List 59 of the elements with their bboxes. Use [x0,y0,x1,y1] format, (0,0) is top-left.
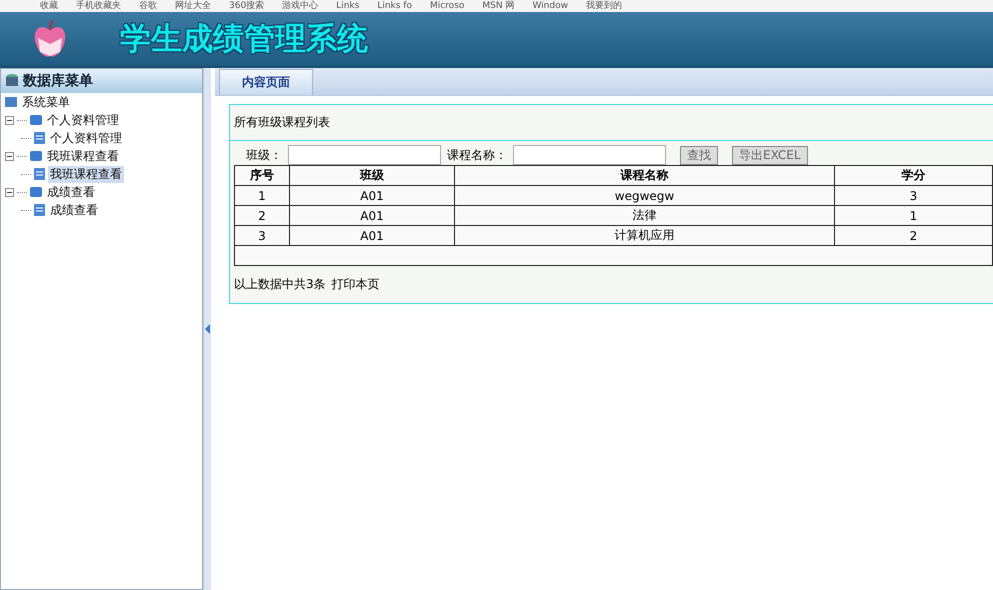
print-link[interactable]: 打印本页 [332,276,380,293]
bookmark-item[interactable]: Microso [430,0,464,12]
table-cell: 3 [834,186,992,206]
bookmark-item[interactable]: 游戏中心 [282,0,318,12]
sidebar-title-text: 数据库菜单 [23,72,93,90]
bookmark-item[interactable]: 手机收藏夹 [76,0,121,12]
bookmark-item[interactable]: Links fo [377,0,412,12]
filter-input[interactable] [288,145,441,165]
bookmark-item[interactable]: MSN 网 [482,0,514,12]
bookmark-item[interactable]: 谷歌 [139,0,157,12]
database-icon [4,73,20,89]
column-header: 班级 [290,166,454,186]
page-icon [34,132,45,144]
export-button[interactable]: 导出EXCEL [732,146,808,164]
bookmark-item[interactable]: 我要到的 [586,0,622,12]
bookmark-item[interactable]: Window [532,0,568,12]
column-header: 学分 [834,166,992,186]
tree-item[interactable]: 个人资料管理 [45,112,121,128]
table-cell: 1 [234,186,290,206]
table-cell: A01 [290,206,454,226]
tree-item[interactable]: 个人资料管理 [48,130,124,146]
record-count: 以上数据中共3条 [234,276,326,293]
column-header: 课程名称 [454,166,834,186]
page-icon [34,168,45,180]
folder-icon [5,96,17,108]
page-icon [34,204,45,216]
table-cell: A01 [290,186,454,206]
folder-icon [30,114,42,126]
folder-icon [30,186,42,198]
tree-root[interactable]: 系统菜单 [20,94,72,110]
search-button[interactable]: 查找 [680,146,718,164]
collapse-icon[interactable] [5,152,14,160]
tree-item[interactable]: 成绩查看 [45,184,97,200]
bookmark-item[interactable]: 网址大全 [175,0,211,12]
table-cell: 计算机应用 [454,226,834,246]
content-tab[interactable]: 内容页面 [219,69,313,95]
tree-item[interactable]: 成绩查看 [48,202,100,218]
filter-label: 课程名称： [447,146,507,164]
column-header: 序号 [234,166,290,186]
collapse-icon[interactable] [5,188,14,196]
table-cell: 法律 [454,206,834,226]
filter-label: 班级： [246,146,282,164]
folder-icon [30,150,42,162]
bookmark-item[interactable]: Links [336,0,360,12]
table-cell: 1 [834,206,992,226]
collapse-arrow-icon[interactable] [205,324,210,334]
table-cell: wegwegw [454,186,834,206]
table-cell: 3 [234,226,290,246]
bookmark-item[interactable]: 收藏 [40,0,58,12]
tree-item[interactable]: 我班课程查看 [45,148,121,164]
tree-item[interactable]: 我班课程查看 [48,166,124,182]
panel-title: 所有班级课程列表 [230,105,993,141]
filter-input[interactable] [513,145,666,165]
collapse-icon[interactable] [5,116,14,124]
bookmark-item[interactable]: 360搜索 [229,0,264,12]
app-title: 学生成绩管理系统 [120,20,368,59]
table-cell: 2 [234,206,290,226]
table-cell: 2 [834,226,992,246]
table-cell: A01 [290,226,454,246]
